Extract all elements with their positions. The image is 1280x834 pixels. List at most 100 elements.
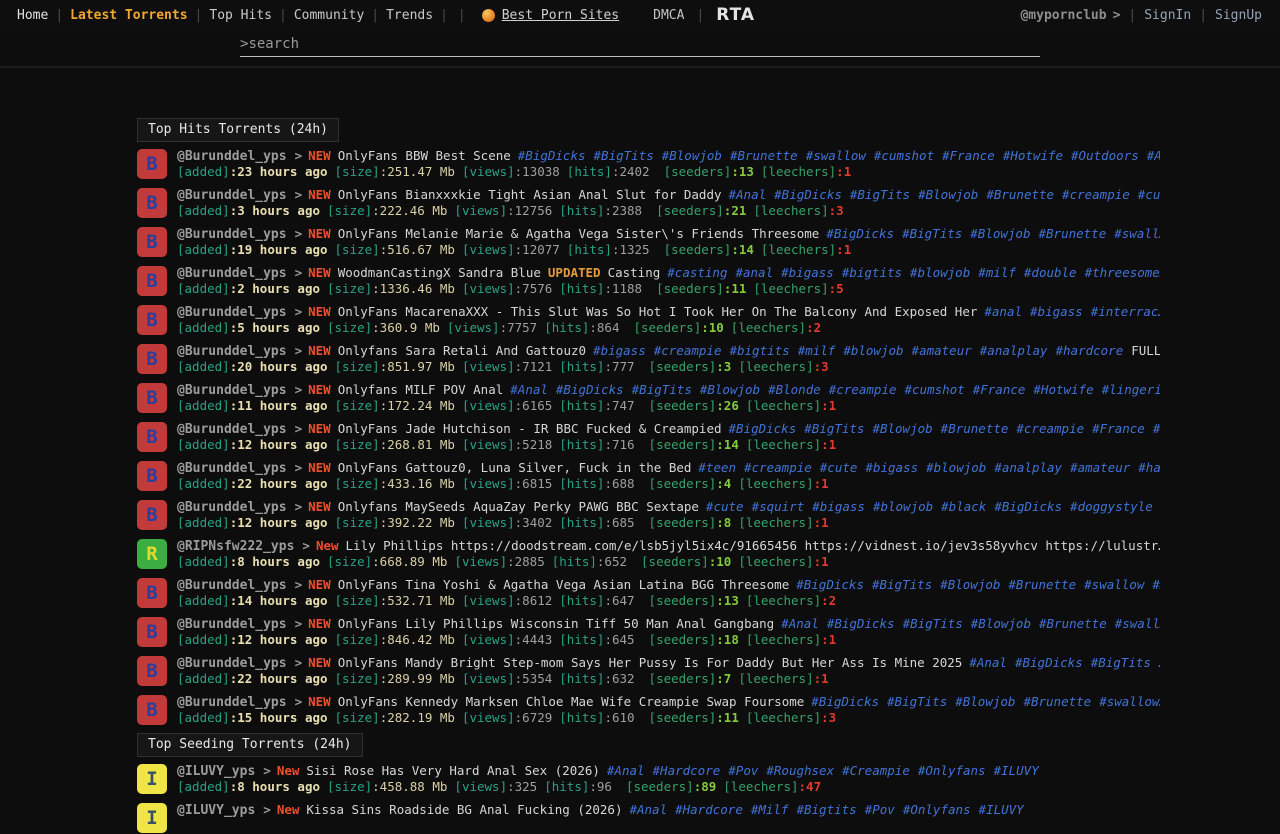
torrent-title[interactable]: OnlyFans Lily Phillips Wisconsin Tiff 50… bbox=[338, 616, 775, 631]
tag-link[interactable]: #hardcore bbox=[1056, 343, 1124, 358]
tag-link[interactable]: #bigtits bbox=[842, 265, 902, 280]
tag-link[interactable]: #BigTits bbox=[594, 148, 654, 163]
user-avatar[interactable]: B bbox=[137, 344, 167, 374]
tag-link[interactable]: #creampie bbox=[1062, 187, 1130, 202]
tag-link[interactable]: #Blowjob bbox=[918, 187, 978, 202]
tag-link[interactable]: #ILUVY bbox=[979, 802, 1024, 817]
torrent-title[interactable]: OnlyFans Bianxxxkie Tight Asian Anal Slu… bbox=[338, 187, 722, 202]
tag-link[interactable]: #BigTits bbox=[902, 226, 962, 241]
torrent-user-link[interactable]: @Burunddel_yps bbox=[177, 422, 287, 437]
tag-link[interactable]: #France bbox=[942, 148, 995, 163]
torrent-user-link[interactable]: @Burunddel_yps bbox=[177, 461, 287, 476]
tag-link[interactable]: #Pov bbox=[865, 802, 895, 817]
torrent-user-link[interactable]: @Burunddel_yps bbox=[177, 149, 287, 164]
tag-link[interactable]: #milf bbox=[978, 265, 1016, 280]
torrent-user-link[interactable]: @Burunddel_yps bbox=[177, 656, 287, 671]
tag-link[interactable]: #BigDicks bbox=[774, 187, 842, 202]
tag-link[interactable]: #creampie bbox=[1016, 421, 1084, 436]
tag-link[interactable]: #blowjob bbox=[873, 499, 933, 514]
tag-link[interactable]: #squirt bbox=[752, 499, 805, 514]
tag-link[interactable]: #creampie bbox=[654, 343, 722, 358]
tag-link[interactable]: #BigDicks bbox=[729, 421, 797, 436]
tag-link[interactable]: #Hardcore bbox=[653, 763, 721, 778]
tag-link[interactable]: #Blowjob bbox=[662, 148, 722, 163]
nav-item-latest-torrents[interactable]: Latest Torrents bbox=[63, 8, 194, 23]
tag-link[interactable]: #cumshot bbox=[905, 382, 965, 397]
tag-link[interactable]: #bigtits bbox=[729, 343, 789, 358]
tag-link[interactable]: #swallow bbox=[1084, 577, 1144, 592]
tag-link[interactable]: #blowjob bbox=[926, 460, 986, 475]
tag-link[interactable]: #Blowjob bbox=[971, 616, 1031, 631]
tag-link[interactable]: #Blowjob bbox=[955, 694, 1015, 709]
tag-link[interactable]: #amateur bbox=[912, 343, 972, 358]
tag-link[interactable]: #milf bbox=[798, 343, 836, 358]
tag-link[interactable]: #France bbox=[973, 382, 1026, 397]
tag-link[interactable]: #Brunette bbox=[1023, 694, 1091, 709]
tag-link[interactable]: #BigTits bbox=[887, 694, 947, 709]
nav-item-home[interactable]: Home bbox=[10, 8, 55, 23]
torrent-user-link[interactable]: @Burunddel_yps bbox=[177, 695, 287, 710]
torrent-title[interactable]: Lily Phillips https://doodstream.com/e/l… bbox=[346, 538, 1160, 553]
user-avatar[interactable]: B bbox=[137, 188, 167, 218]
tag-link[interactable]: #cute bbox=[706, 499, 744, 514]
torrent-user-link[interactable]: @Burunddel_yps bbox=[177, 266, 287, 281]
tag-link[interactable]: #Pov bbox=[728, 763, 758, 778]
tag-link[interactable]: #swallow bbox=[806, 148, 866, 163]
tag-link[interactable]: #blowjob bbox=[910, 265, 970, 280]
nav-item-top-hits[interactable]: Top Hits bbox=[202, 8, 279, 23]
tag-link[interactable]: #Anal bbox=[969, 655, 1007, 670]
search-input[interactable] bbox=[248, 36, 1040, 52]
torrent-title[interactable]: OnlyFans Jade Hutchison - IR BBC Fucked … bbox=[338, 421, 722, 436]
tag-link[interactable]: #BigTits bbox=[804, 421, 864, 436]
tag-link[interactable]: … bbox=[1159, 655, 1160, 670]
tag-link[interactable]: #Anal bbox=[510, 382, 548, 397]
tag-link[interactable]: #black bbox=[941, 499, 986, 514]
tag-link[interactable]: #anal bbox=[735, 265, 773, 280]
torrent-title[interactable]: Casting bbox=[608, 265, 661, 280]
tag-link[interactable]: #Anal bbox=[629, 802, 667, 817]
tag-link[interactable]: #creampie bbox=[744, 460, 812, 475]
torrent-title[interactable]: OnlyFans Tina Yoshi & Agatha Vega Asian … bbox=[338, 577, 790, 592]
user-avatar[interactable]: I bbox=[137, 803, 167, 833]
signin-link[interactable]: SignIn bbox=[1136, 8, 1199, 23]
tag-link[interactable]: #Onlyfans bbox=[918, 763, 986, 778]
dmca-link[interactable]: DMCA bbox=[653, 8, 684, 23]
tag-link[interactable]: #BigDicks bbox=[556, 382, 624, 397]
user-avatar[interactable]: B bbox=[137, 266, 167, 296]
tag-link[interactable]: #bigass bbox=[781, 265, 834, 280]
torrent-title[interactable]: OnlyFans Mandy Bright Step-mom Says Her … bbox=[338, 655, 963, 670]
account-label[interactable]: @mypornclub bbox=[1020, 8, 1106, 23]
tag-link[interactable]: #bigass bbox=[1030, 304, 1083, 319]
torrent-user-link[interactable]: @Burunddel_yps bbox=[177, 500, 287, 515]
tag-link[interactable]: #Hotwife bbox=[1003, 148, 1063, 163]
tag-link[interactable]: #BigDicks bbox=[518, 148, 586, 163]
torrent-title[interactable]: OnlyFans MacarenaXXX - This Slut Was So … bbox=[338, 304, 978, 319]
tag-link[interactable]: #Blowjob bbox=[940, 577, 1000, 592]
torrent-user-link[interactable]: @Burunddel_yps bbox=[177, 383, 287, 398]
tag-link[interactable]: #interrac… bbox=[1091, 304, 1160, 319]
nav-item-trends[interactable]: Trends bbox=[379, 8, 440, 23]
tag-link[interactable]: #BigDicks bbox=[796, 577, 864, 592]
tag-link[interactable]: #BigTits bbox=[850, 187, 910, 202]
tag-link[interactable]: #Anal bbox=[781, 616, 819, 631]
tag-link[interactable]: #BigDicks bbox=[1015, 655, 1083, 670]
tag-link[interactable]: #BigDicks bbox=[826, 226, 894, 241]
signup-link[interactable]: SignUp bbox=[1207, 8, 1270, 23]
torrent-user-link[interactable]: @RIPNsfw222_yps bbox=[177, 539, 294, 554]
tag-link[interactable]: #… bbox=[1152, 577, 1160, 592]
tag-link[interactable]: #BigTits bbox=[1091, 655, 1151, 670]
torrent-title[interactable]: Onlyfans MaySeeds AquaZay Perky PAWG BBC… bbox=[338, 499, 699, 514]
tag-link[interactable]: #Blowjob bbox=[872, 421, 932, 436]
rta-logo[interactable]: RTA bbox=[716, 5, 755, 25]
torrent-user-link[interactable]: @Burunddel_yps bbox=[177, 305, 287, 320]
tag-link[interactable]: #swallow… bbox=[1099, 694, 1160, 709]
nav-item-community[interactable]: Community bbox=[287, 8, 371, 23]
tag-link[interactable]: #casting bbox=[667, 265, 727, 280]
user-avatar[interactable]: B bbox=[137, 461, 167, 491]
tag-link[interactable]: #Brunette bbox=[730, 148, 798, 163]
tag-link[interactable]: #Blowjob bbox=[970, 226, 1030, 241]
user-avatar[interactable]: I bbox=[137, 764, 167, 794]
user-avatar[interactable]: B bbox=[137, 656, 167, 686]
tag-link[interactable]: #France bbox=[1092, 421, 1145, 436]
tag-link[interactable]: #A… bbox=[1147, 148, 1160, 163]
